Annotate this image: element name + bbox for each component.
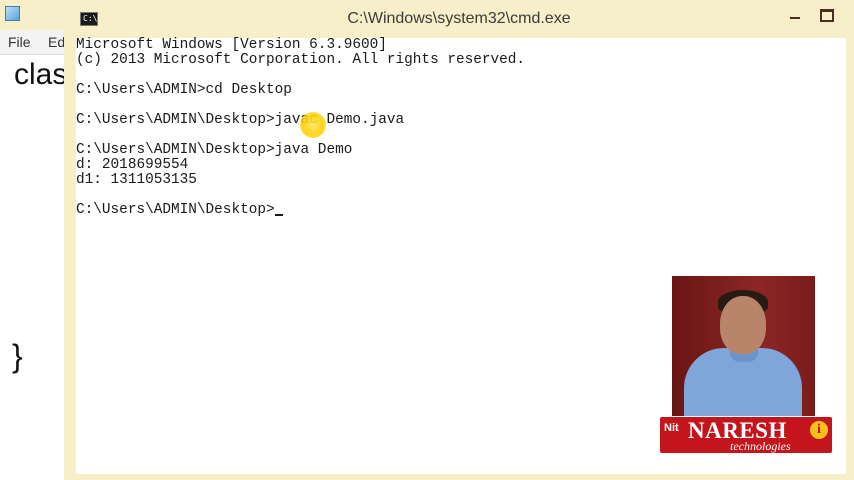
editor-code-closing-brace: } — [12, 338, 23, 374]
console-line: C:\Users\ADMIN>cd Desktop — [76, 82, 292, 98]
logo-tagline: technologies — [730, 439, 791, 453]
cmd-window-title: C:\Windows\system32\cmd.exe — [347, 10, 571, 27]
naresh-technologies-logo: Nit NARESH i technologies — [660, 417, 832, 453]
maximize-button[interactable] — [816, 6, 838, 24]
console-line: C:\Users\ADMIN\Desktop>java Demo — [76, 142, 353, 158]
menu-edit[interactable]: Ed — [48, 34, 65, 50]
console-prompt: C:\Users\ADMIN\Desktop> — [76, 202, 275, 218]
editor-code-class-keyword: clas — [14, 58, 68, 91]
minimize-button[interactable] — [784, 6, 806, 24]
console-line: d1: 1311053135 — [76, 172, 197, 188]
logo-mark: Nit — [664, 422, 679, 434]
background-editor-menubar: File Ed — [0, 30, 70, 55]
mouse-pointer-highlight — [300, 112, 326, 138]
console-line: d: 2018699554 — [76, 157, 189, 173]
presenter-head — [720, 296, 766, 354]
text-cursor — [274, 214, 283, 216]
notepad-icon — [5, 6, 20, 21]
console-line: Microsoft Windows [Version 6.3.9600] — [76, 37, 387, 53]
console-prompt-line[interactable]: C:\Users\ADMIN\Desktop> — [76, 203, 525, 218]
background-editor-titlebar[interactable] — [0, 0, 70, 30]
console-line: (c) 2013 Microsoft Corporation. All righ… — [76, 52, 526, 68]
cmd-titlebar[interactable]: C:\ C:\Windows\system32\cmd.exe — [64, 0, 854, 38]
logo-i-badge: i — [810, 421, 828, 439]
background-editor-window: File Ed clas } — [0, 0, 70, 480]
menu-file[interactable]: File — [8, 34, 31, 50]
presenter-video — [672, 276, 815, 416]
